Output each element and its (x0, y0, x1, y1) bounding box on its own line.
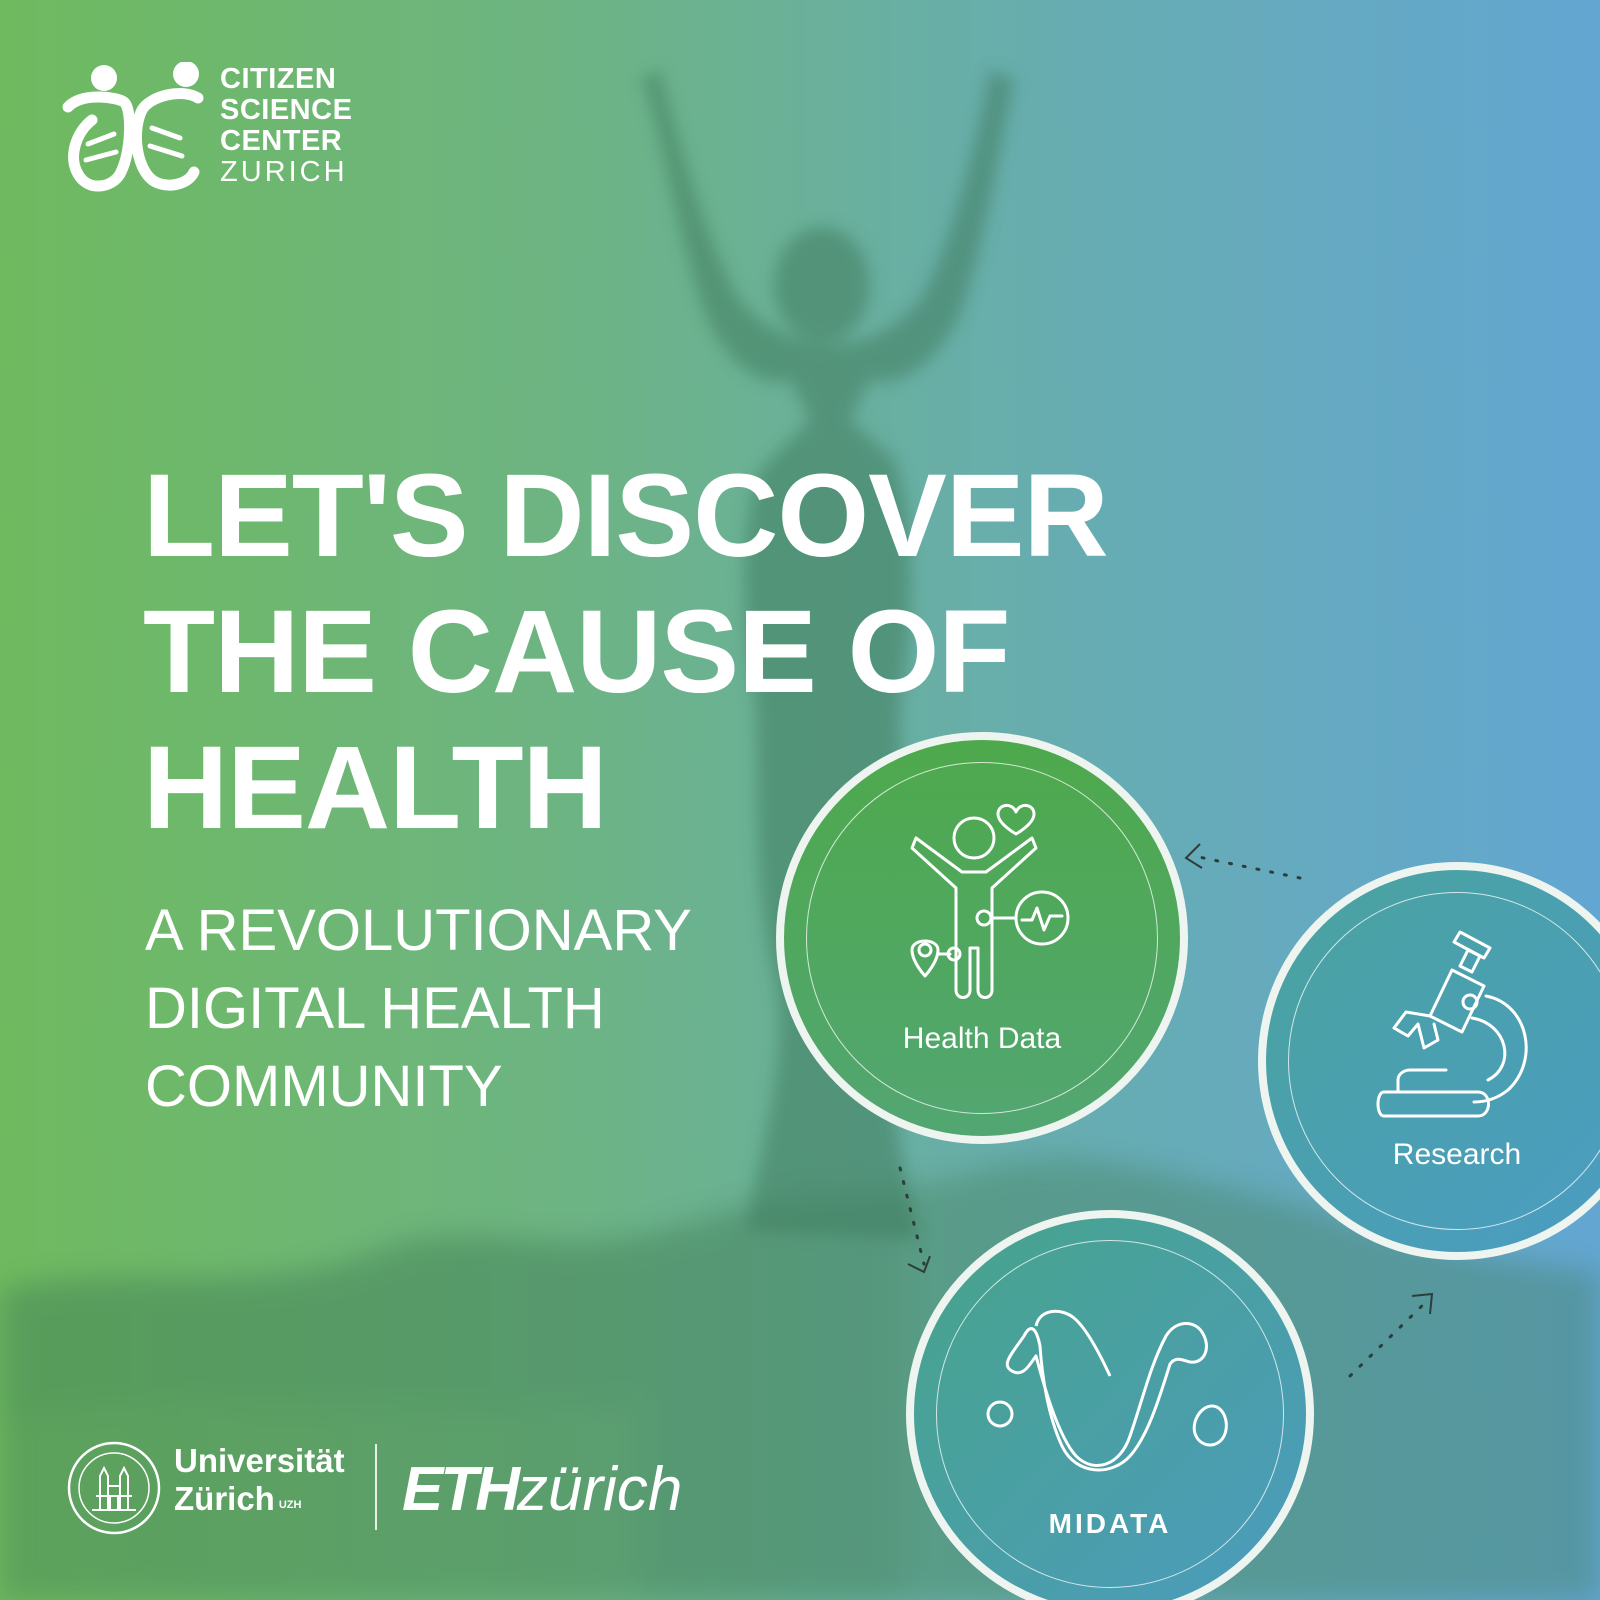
person-health-icon (910, 804, 1070, 999)
headline-line-2: THE CAUSE OF (143, 586, 1010, 718)
eth-bold: ETH (402, 1455, 520, 1524)
poster: CITIZEN SCIENCE CENTER ZURICH LET'S DISC… (0, 0, 1600, 1600)
subheadline-line-1: A REVOLUTIONARY (145, 898, 692, 963)
midata-logo-icon (986, 1309, 1228, 1472)
research-label: Research (1392, 1138, 1522, 1171)
arrow-research-to-health (1184, 843, 1302, 880)
eth-wordmark: ETHzürich (402, 1454, 682, 1525)
arrow-health-to-midata (898, 1166, 931, 1274)
uzh-line-1: Universität (174, 1442, 345, 1479)
health-data-label: Health Data (902, 1022, 1062, 1055)
midata-label: MIDATA (1048, 1508, 1172, 1539)
logo-line-center: CENTER (220, 125, 343, 157)
dna-people-logo-icon (62, 62, 204, 192)
microscope-icon (1376, 930, 1528, 1118)
partner-logos: Universität Zürich UZH ETHzürich (66, 1440, 706, 1550)
headline-line-1: LET'S DISCOVER (143, 450, 1109, 582)
midata-circle: MIDATA (906, 1210, 1314, 1600)
health-data-circle: Health Data (776, 732, 1188, 1144)
eth-light: zürich (517, 1455, 683, 1524)
arrow-midata-to-research (1348, 1292, 1434, 1378)
logo-line-zurich: ZURICH (220, 156, 348, 188)
uzh-seal-icon (67, 1441, 161, 1535)
uzh-wordmark: Universität Zürich UZH (174, 1442, 345, 1518)
uzh-line-2: Zürich UZH (174, 1480, 302, 1517)
logo-line-science: SCIENCE (220, 94, 353, 126)
logo-divider (375, 1444, 377, 1530)
logo-line-citizen: CITIZEN (220, 63, 337, 95)
subheadline-line-3: COMMUNITY (145, 1054, 503, 1119)
uzh-abbrev: UZH (278, 1499, 302, 1511)
subheadline-line-2: DIGITAL HEALTH (145, 976, 605, 1041)
subheadline: A REVOLUTIONARY DIGITAL HEALTH COMMUNITY (145, 892, 692, 1126)
citizen-science-center-logo: CITIZEN SCIENCE CENTER ZURICH (62, 62, 382, 202)
logo-wordmark: CITIZEN SCIENCE CENTER ZURICH (220, 64, 352, 188)
